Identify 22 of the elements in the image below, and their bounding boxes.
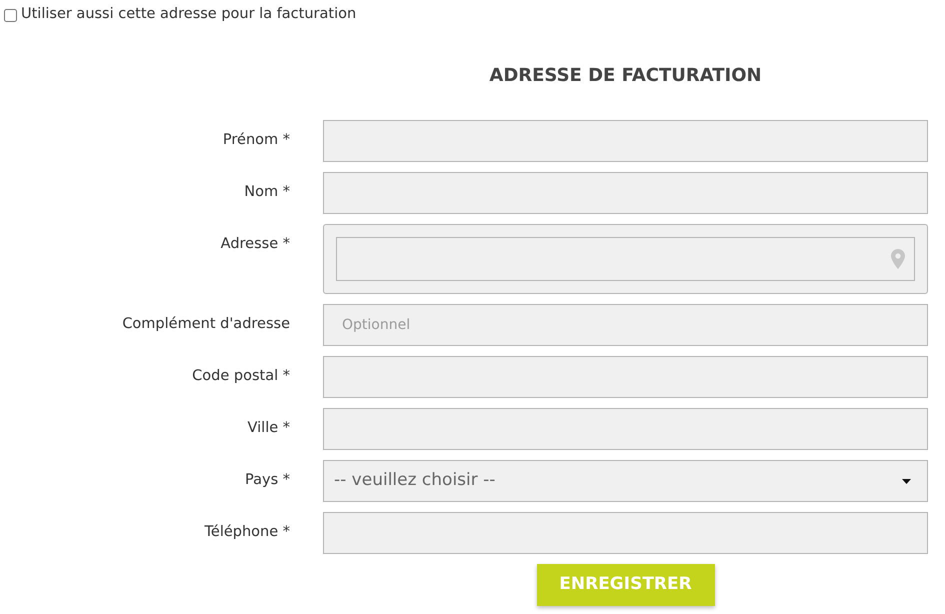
input-field[interactable] — [323, 512, 928, 554]
field-label: Téléphone * — [204, 523, 290, 542]
input-field[interactable] — [323, 356, 928, 398]
field-label: Ville * — [248, 419, 290, 438]
section-title: ADRESSE DE FACTURATION — [488, 64, 763, 88]
input-field[interactable]: Optionnel — [323, 304, 928, 346]
field-label: Complément d'adresse — [122, 315, 290, 334]
country-select[interactable]: -- veuillez choisir -- — [323, 460, 928, 502]
select-value: -- veuillez choisir -- — [334, 469, 496, 492]
field-label: Code postal * — [192, 367, 290, 386]
address-field[interactable] — [336, 237, 915, 281]
field-label: Pays * — [245, 471, 290, 490]
checkbox-label: Utiliser aussi cette adresse pour la facturation — [21, 5, 356, 24]
map-pin-icon — [891, 249, 905, 269]
input-field[interactable] — [323, 120, 928, 162]
field-label: Adresse * — [220, 235, 290, 254]
checkbox[interactable] — [4, 8, 17, 22]
field-label: Nom * — [244, 183, 290, 202]
input-field[interactable] — [323, 172, 928, 214]
input-field[interactable] — [323, 408, 928, 450]
caret-icon — [902, 478, 911, 484]
field-label: Prénom * — [222, 131, 290, 150]
